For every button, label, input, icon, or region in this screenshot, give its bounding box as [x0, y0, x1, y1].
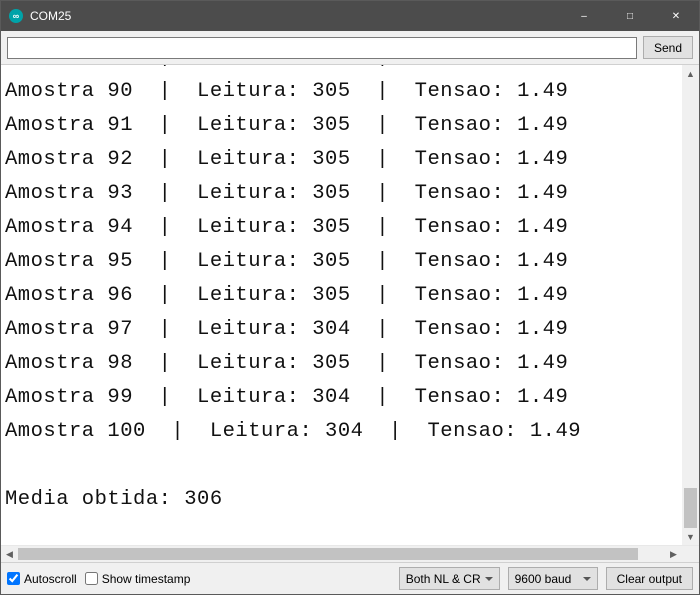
autoscroll-checkbox[interactable]: Autoscroll — [7, 572, 77, 586]
line-ending-select[interactable]: Both NL & CR — [399, 567, 500, 590]
console-viewport[interactable]: Amostra 89 | Leitura: 305 | Tensao: 1.49… — [1, 65, 699, 545]
baud-value: 9600 baud — [515, 572, 572, 586]
footer-bar: Autoscroll Show timestamp Both NL & CR 9… — [1, 562, 699, 594]
close-button[interactable]: ✕ — [653, 1, 699, 31]
baud-select[interactable]: 9600 baud — [508, 567, 598, 590]
maximize-button[interactable]: □ — [607, 1, 653, 31]
console-area: Amostra 89 | Leitura: 305 | Tensao: 1.49… — [1, 65, 699, 562]
send-button[interactable]: Send — [643, 36, 693, 59]
scroll-down-icon[interactable]: ▼ — [682, 528, 699, 545]
vscroll-track[interactable] — [682, 82, 699, 528]
window-title: COM25 — [30, 9, 71, 23]
scroll-up-icon[interactable]: ▲ — [682, 65, 699, 82]
hscroll-track[interactable] — [18, 546, 665, 562]
send-row: Send — [1, 31, 699, 65]
timestamp-label: Show timestamp — [102, 572, 191, 586]
serial-input[interactable] — [7, 37, 637, 59]
scroll-left-icon[interactable]: ◀ — [1, 546, 18, 562]
serial-monitor-window: ∞ COM25 – □ ✕ Send Amostra 89 | Leitura:… — [0, 0, 700, 595]
scroll-corner — [682, 546, 699, 562]
timestamp-input[interactable] — [85, 572, 98, 585]
console-text: Amostra 89 | Leitura: 305 | Tensao: 1.49… — [1, 65, 682, 517]
arduino-icon: ∞ — [9, 9, 23, 23]
vscroll-thumb[interactable] — [684, 488, 697, 528]
titlebar[interactable]: ∞ COM25 – □ ✕ — [1, 1, 699, 31]
vertical-scrollbar[interactable]: ▲ ▼ — [682, 65, 699, 545]
horizontal-scrollbar[interactable]: ◀ ▶ — [1, 545, 699, 562]
minimize-button[interactable]: – — [561, 1, 607, 31]
autoscroll-input[interactable] — [7, 572, 20, 585]
line-ending-value: Both NL & CR — [406, 572, 481, 586]
hscroll-thumb[interactable] — [18, 548, 638, 560]
clear-output-button[interactable]: Clear output — [606, 567, 693, 590]
autoscroll-label: Autoscroll — [24, 572, 77, 586]
scroll-right-icon[interactable]: ▶ — [665, 546, 682, 562]
timestamp-checkbox[interactable]: Show timestamp — [85, 572, 191, 586]
